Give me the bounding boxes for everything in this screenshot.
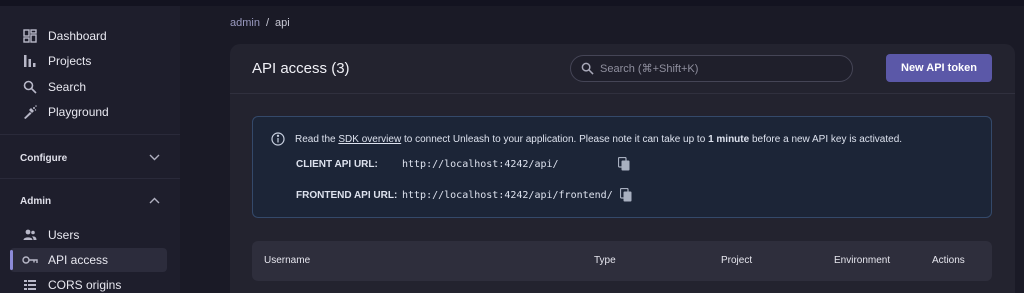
info-text-before: Read the	[295, 133, 339, 145]
column-header-type[interactable]: Type	[594, 255, 616, 266]
frontend-api-url-value: http://localhost:4242/api/frontend/	[402, 189, 613, 201]
frontend-api-url-row: FRONTEND API URL: http://localhost:4242/…	[296, 188, 632, 202]
sidebar-item-playground[interactable]: Playground	[10, 100, 167, 124]
api-access-panel: API access (3) New API token Read the SD…	[230, 44, 1015, 293]
sidebar-item-cors-origins[interactable]: CORS origins	[10, 273, 167, 293]
sidebar-item-label: API access	[48, 253, 109, 267]
sdk-overview-link[interactable]: SDK overview	[338, 134, 401, 145]
sidebar-item-users[interactable]: Users	[10, 223, 167, 247]
sidebar-item-label: CORS origins	[48, 278, 122, 292]
projects-icon	[22, 53, 38, 69]
breadcrumb-admin-link[interactable]: admin	[230, 17, 260, 29]
search-icon	[581, 62, 594, 75]
info-text-after: before a new API key is activated.	[749, 133, 903, 145]
column-header-project[interactable]: Project	[721, 255, 752, 266]
dashboard-icon	[22, 28, 38, 44]
search-input[interactable]	[600, 62, 820, 75]
page-title: API access (3)	[252, 60, 350, 77]
info-icon	[271, 132, 285, 146]
sidebar-section-configure[interactable]: Configure	[20, 150, 160, 166]
sidebar-divider	[0, 178, 180, 179]
copy-icon[interactable]	[618, 157, 630, 171]
section-label: Configure	[20, 152, 68, 164]
column-header-environment[interactable]: Environment	[834, 255, 890, 266]
breadcrumb-current: api	[275, 17, 290, 29]
key-icon	[22, 252, 38, 268]
sidebar-item-dashboard[interactable]: Dashboard	[10, 24, 167, 48]
frontend-api-url-label: FRONTEND API URL:	[296, 189, 398, 201]
info-text-bold: 1 minute	[708, 133, 750, 145]
search-field[interactable]	[570, 55, 853, 82]
copy-icon[interactable]	[620, 188, 632, 202]
sidebar-item-label: Dashboard	[48, 29, 107, 43]
sidebar-section-admin[interactable]: Admin	[20, 193, 160, 209]
sidebar-item-label: Users	[48, 228, 80, 242]
column-header-username[interactable]: Username	[264, 255, 310, 266]
breadcrumb-separator: /	[265, 17, 270, 29]
column-header-actions: Actions	[932, 255, 965, 266]
search-icon	[22, 79, 38, 95]
sidebar-item-label: Playground	[48, 105, 109, 119]
sidebar-item-search[interactable]: Search	[10, 75, 167, 99]
client-api-url-label: CLIENT API URL:	[296, 158, 378, 170]
chevron-down-icon	[149, 152, 160, 164]
info-text-middle: to connect Unleash to your application. …	[401, 133, 709, 145]
sidebar-item-label: Search	[48, 80, 87, 94]
section-label: Admin	[20, 195, 52, 207]
sidebar-item-projects[interactable]: Projects	[10, 49, 167, 73]
breadcrumb: admin / api	[230, 17, 290, 29]
sidebar-divider	[0, 134, 180, 135]
client-api-url-row: CLIENT API URL: http://localhost:4242/ap…	[296, 157, 630, 171]
tokens-table-header: Username Type Project Environment Action…	[252, 241, 992, 281]
cors-list-icon	[22, 277, 38, 293]
info-alert: Read the SDK overview to connect Unleash…	[252, 116, 992, 218]
sidebar-item-api-access[interactable]: API access	[10, 248, 167, 272]
playground-icon	[22, 104, 38, 120]
chevron-up-icon	[149, 195, 160, 207]
users-icon	[22, 227, 38, 243]
sidebar-item-label: Projects	[48, 54, 92, 68]
info-message: Read the SDK overview to connect Unleash…	[271, 132, 902, 146]
client-api-url-value: http://localhost:4242/api/	[402, 158, 559, 170]
panel-header: API access (3) New API token	[230, 44, 1015, 94]
new-api-token-button[interactable]: New API token	[886, 54, 992, 82]
sidebar: Dashboard Projects Search Playground Con…	[0, 6, 180, 293]
